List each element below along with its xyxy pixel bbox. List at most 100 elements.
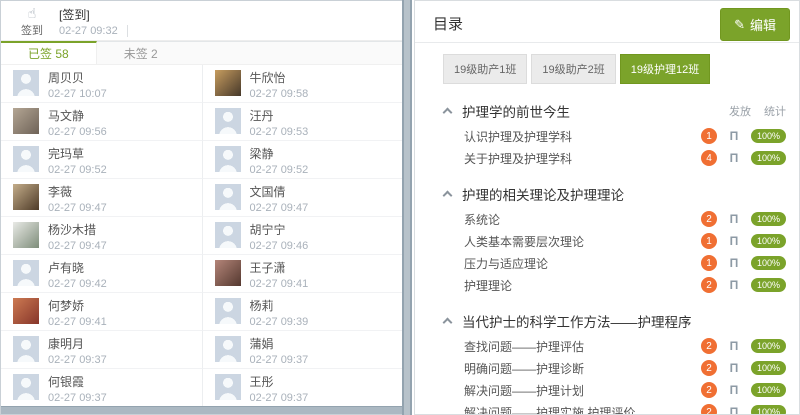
toc-item-row[interactable]: 人类基本需要层次理论 1 Π 100% [464,230,786,252]
stats-pi-icon[interactable]: Π [727,278,741,292]
edit-button[interactable]: ✎ 编辑 [720,8,790,41]
stats-pi-icon[interactable]: Π [727,339,741,353]
stats-pi-icon[interactable]: Π [727,383,741,397]
attendee-row[interactable]: 汪丹 02-27 09:53 [202,103,403,141]
attendee-row[interactable]: 杨莉 02-27 09:39 [202,293,403,331]
column-header-issued: 发放 [729,103,751,119]
issued-count-badge: 1 [701,233,717,249]
chevron-up-icon [443,190,453,200]
header-divider [127,25,128,37]
signin-header: ☝ 签到 [签到] 02-27 09:32 [1,1,402,41]
stats-pi-icon[interactable]: Π [727,256,741,270]
toc-item-title: 明确问题——护理诊断 [464,360,584,377]
toc-item-title: 认识护理及护理学科 [464,128,572,145]
toc-item-row[interactable]: 解决问题——护理实施 护理评价 2 Π 100% [464,401,786,415]
signin-tab[interactable]: 已签 58 [1,41,97,64]
signin-titles: [签到] 02-27 09:32 [59,6,128,37]
signin-tab[interactable]: 未签 2 [97,42,185,64]
stats-pi-icon[interactable]: Π [727,151,741,165]
attendee-name: 周贝贝 [48,71,107,85]
issued-count-badge: 2 [701,277,717,293]
avatar [215,70,241,96]
attendee-row[interactable]: 康明月 02-27 09:37 [1,331,202,369]
issued-count-badge: 4 [701,150,717,166]
toc-item-title: 压力与适应理论 [464,255,548,272]
toc-item-title: 护理理论 [464,277,512,294]
section-header[interactable]: 护理学的前世今生 发放 统计 [443,101,786,121]
class-tab[interactable]: 19级助产2班 [531,54,615,84]
attendee-time: 02-27 09:52 [250,163,309,177]
attendee-row[interactable]: 蒲娟 02-27 09:37 [202,331,403,369]
attendee-row[interactable]: 何银霞 02-27 09:37 [1,369,202,407]
hand-point-up-icon: ☝ [28,6,37,21]
toc-item-row[interactable]: 关于护理及护理学科 4 Π 100% [464,147,786,169]
avatar [215,336,241,362]
toc-item-row[interactable]: 系统论 2 Π 100% [464,208,786,230]
section-items: 认识护理及护理学科 1 Π 100% 关于护理及护理学科 4 Π 100% [464,125,786,169]
stats-pi-icon[interactable]: Π [727,212,741,226]
attendee-row[interactable]: 胡宁宁 02-27 09:46 [202,217,403,255]
stats-pi-icon[interactable]: Π [727,234,741,248]
class-tab[interactable]: 19级护理12班 [620,54,710,84]
avatar [13,70,39,96]
avatar [13,146,39,172]
app-window: ☝ 签到 [签到] 02-27 09:32 已签 58 未签 2 周贝贝 02-… [0,0,800,415]
chevron-up-icon [443,317,453,327]
avatar [215,146,241,172]
attendee-row[interactable]: 卢有晓 02-27 09:42 [1,255,202,293]
attendee-time: 02-27 09:56 [48,125,107,139]
toc-item-row[interactable]: 查找问题——护理评估 2 Π 100% [464,335,786,357]
vertical-scrollbar[interactable] [402,0,412,415]
toc-item-row[interactable]: 压力与适应理论 1 Π 100% [464,252,786,274]
edit-button-label: 编辑 [750,15,776,34]
horizontal-scrollbar[interactable] [1,406,402,414]
attendee-row[interactable]: 文国倩 02-27 09:47 [202,179,403,217]
attendee-name: 何银霞 [48,375,107,389]
attendee-row[interactable]: 梁静 02-27 09:52 [202,141,403,179]
signin-timestamp: 02-27 09:32 [59,25,118,37]
avatar [13,336,39,362]
attendee-row[interactable]: 马文静 02-27 09:56 [1,103,202,141]
section-title: 护理学的前世今生 [462,101,570,121]
attendee-name: 王彤 [250,375,309,389]
attendee-time: 02-27 09:39 [250,315,309,329]
attendee-time: 02-27 09:46 [250,239,309,253]
attendee-row[interactable]: 完玛草 02-27 09:52 [1,141,202,179]
avatar [215,108,241,134]
toc-title: 目录 [433,13,463,34]
signin-title: [签到] [59,8,128,23]
section-header[interactable]: 护理的相关理论及护理理论 [443,184,786,204]
percent-badge: 100% [751,234,786,248]
issued-count-badge: 1 [701,128,717,144]
attendee-row[interactable]: 王彤 02-27 09:37 [202,369,403,407]
toc-item-row[interactable]: 护理理论 2 Π 100% [464,274,786,296]
stats-pi-icon[interactable]: Π [727,129,741,143]
issued-count-badge: 2 [701,338,717,354]
avatar [215,184,241,210]
toc-item-row[interactable]: 认识护理及护理学科 1 Π 100% [464,125,786,147]
signin-activity-type: ☝ 签到 [11,6,53,38]
stats-pi-icon[interactable]: Π [727,361,741,375]
stats-pi-icon[interactable]: Π [727,405,741,415]
class-tab-bar: 19级助产1班 19级助产2班 19级护理12班 [415,43,799,84]
attendee-name: 康明月 [48,337,107,351]
percent-badge: 100% [751,129,786,143]
avatar [13,260,39,286]
toc-section: 护理的相关理论及护理理论 系统论 2 Π 100% 人类基本需要层次理论 1 Π… [443,184,786,296]
attendee-row[interactable]: 杨沙木措 02-27 09:47 [1,217,202,255]
toc-panel: 目录 ✎ 编辑 19级助产1班 19级助产2班 19级护理12班 护理学的前世今… [414,0,800,415]
attendee-time: 02-27 09:41 [48,315,107,329]
attendee-row[interactable]: 王子潇 02-27 09:41 [202,255,403,293]
toc-item-row[interactable]: 明确问题——护理诊断 2 Π 100% [464,357,786,379]
attendee-name: 蒲娟 [250,337,309,351]
class-tab[interactable]: 19级助产1班 [443,54,527,84]
attendee-name: 牛欣怡 [250,71,309,85]
attendee-row[interactable]: 何梦娇 02-27 09:41 [1,293,202,331]
attendee-row[interactable]: 李薇 02-27 09:47 [1,179,202,217]
toc-item-row[interactable]: 解决问题——护理计划 2 Π 100% [464,379,786,401]
attendee-row[interactable]: 周贝贝 02-27 10:07 [1,65,202,103]
section-header[interactable]: 当代护士的科学工作方法——护理程序 [443,311,786,331]
attendee-row[interactable]: 牛欣怡 02-27 09:58 [202,65,403,103]
avatar [215,374,241,400]
attendee-time: 02-27 09:37 [48,353,107,367]
